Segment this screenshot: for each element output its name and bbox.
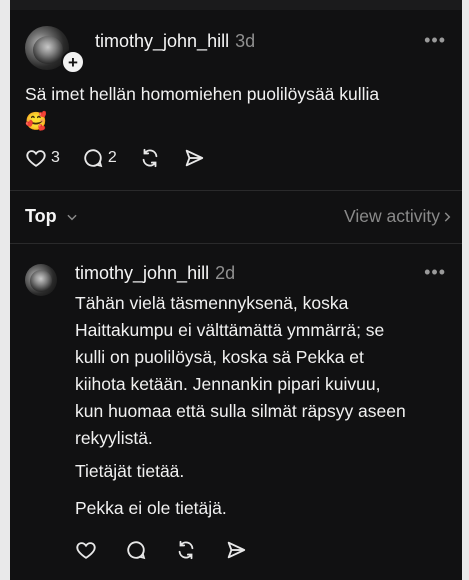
repost-button[interactable] (175, 539, 197, 561)
send-icon (227, 541, 246, 559)
sort-divider (10, 243, 462, 244)
avatar-image (30, 270, 52, 292)
post-username[interactable]: timothy_john_hill 3d (95, 31, 255, 52)
chevron-right-icon[interactable] (440, 210, 454, 224)
comment-button[interactable] (125, 539, 147, 561)
chevron-down-icon[interactable] (65, 210, 79, 224)
heart-icon (76, 542, 96, 559)
top-edge (10, 0, 462, 10)
like-button[interactable] (75, 539, 97, 561)
share-button[interactable] (183, 147, 205, 169)
sort-bar: Top View activity (10, 200, 462, 240)
reply-actions (75, 539, 269, 561)
username-text[interactable]: timothy_john_hill (95, 31, 229, 51)
reply-age: 2d (215, 263, 236, 283)
reply-paragraph: Pekka ei ole tietäjä. (75, 498, 227, 518)
main-post: + timothy_john_hill 3d ••• Sä imet hellän… (10, 10, 462, 190)
like-button[interactable]: 3 (25, 147, 60, 169)
reply-avatar[interactable] (25, 264, 57, 296)
send-icon (185, 149, 203, 167)
username-text[interactable]: timothy_john_hill (75, 263, 209, 283)
reply-paragraph: Tähän vielä täsmennyksenä, koska Haittak… (75, 293, 406, 448)
post-actions: 3 2 (25, 147, 227, 169)
more-options-icon[interactable]: ••• (424, 30, 446, 51)
repost-icon (178, 540, 194, 560)
avatar-image (33, 36, 63, 64)
reply-paragraph: Tietäjät tietää. (75, 461, 185, 481)
comment-button[interactable]: 2 (82, 147, 117, 169)
post-age: 3d (235, 31, 256, 51)
reply-username[interactable]: timothy_john_hill 2d (75, 263, 235, 284)
more-options-icon[interactable]: ••• (424, 262, 446, 283)
post-divider (10, 190, 462, 191)
post-text: Sä imet hellän homomiehen puolilöysää ku… (25, 84, 380, 131)
thread-view: + timothy_john_hill 3d ••• Sä imet hellän… (10, 0, 462, 580)
reply-count: 2 (107, 149, 117, 166)
sort-dropdown-label[interactable]: Top (25, 206, 57, 227)
comment-icon (84, 149, 103, 168)
like-count: 3 (51, 149, 60, 166)
repost-button[interactable] (139, 147, 161, 169)
share-button[interactable] (225, 539, 247, 561)
repost-icon (142, 148, 158, 168)
view-activity-link[interactable]: View activity (344, 206, 440, 227)
reply-post: timothy_john_hill 2d ••• Tähän vielä täsm… (10, 252, 462, 580)
comment-icon (127, 541, 146, 560)
heart-icon (26, 150, 46, 167)
follow-plus-icon[interactable]: + (61, 50, 85, 74)
